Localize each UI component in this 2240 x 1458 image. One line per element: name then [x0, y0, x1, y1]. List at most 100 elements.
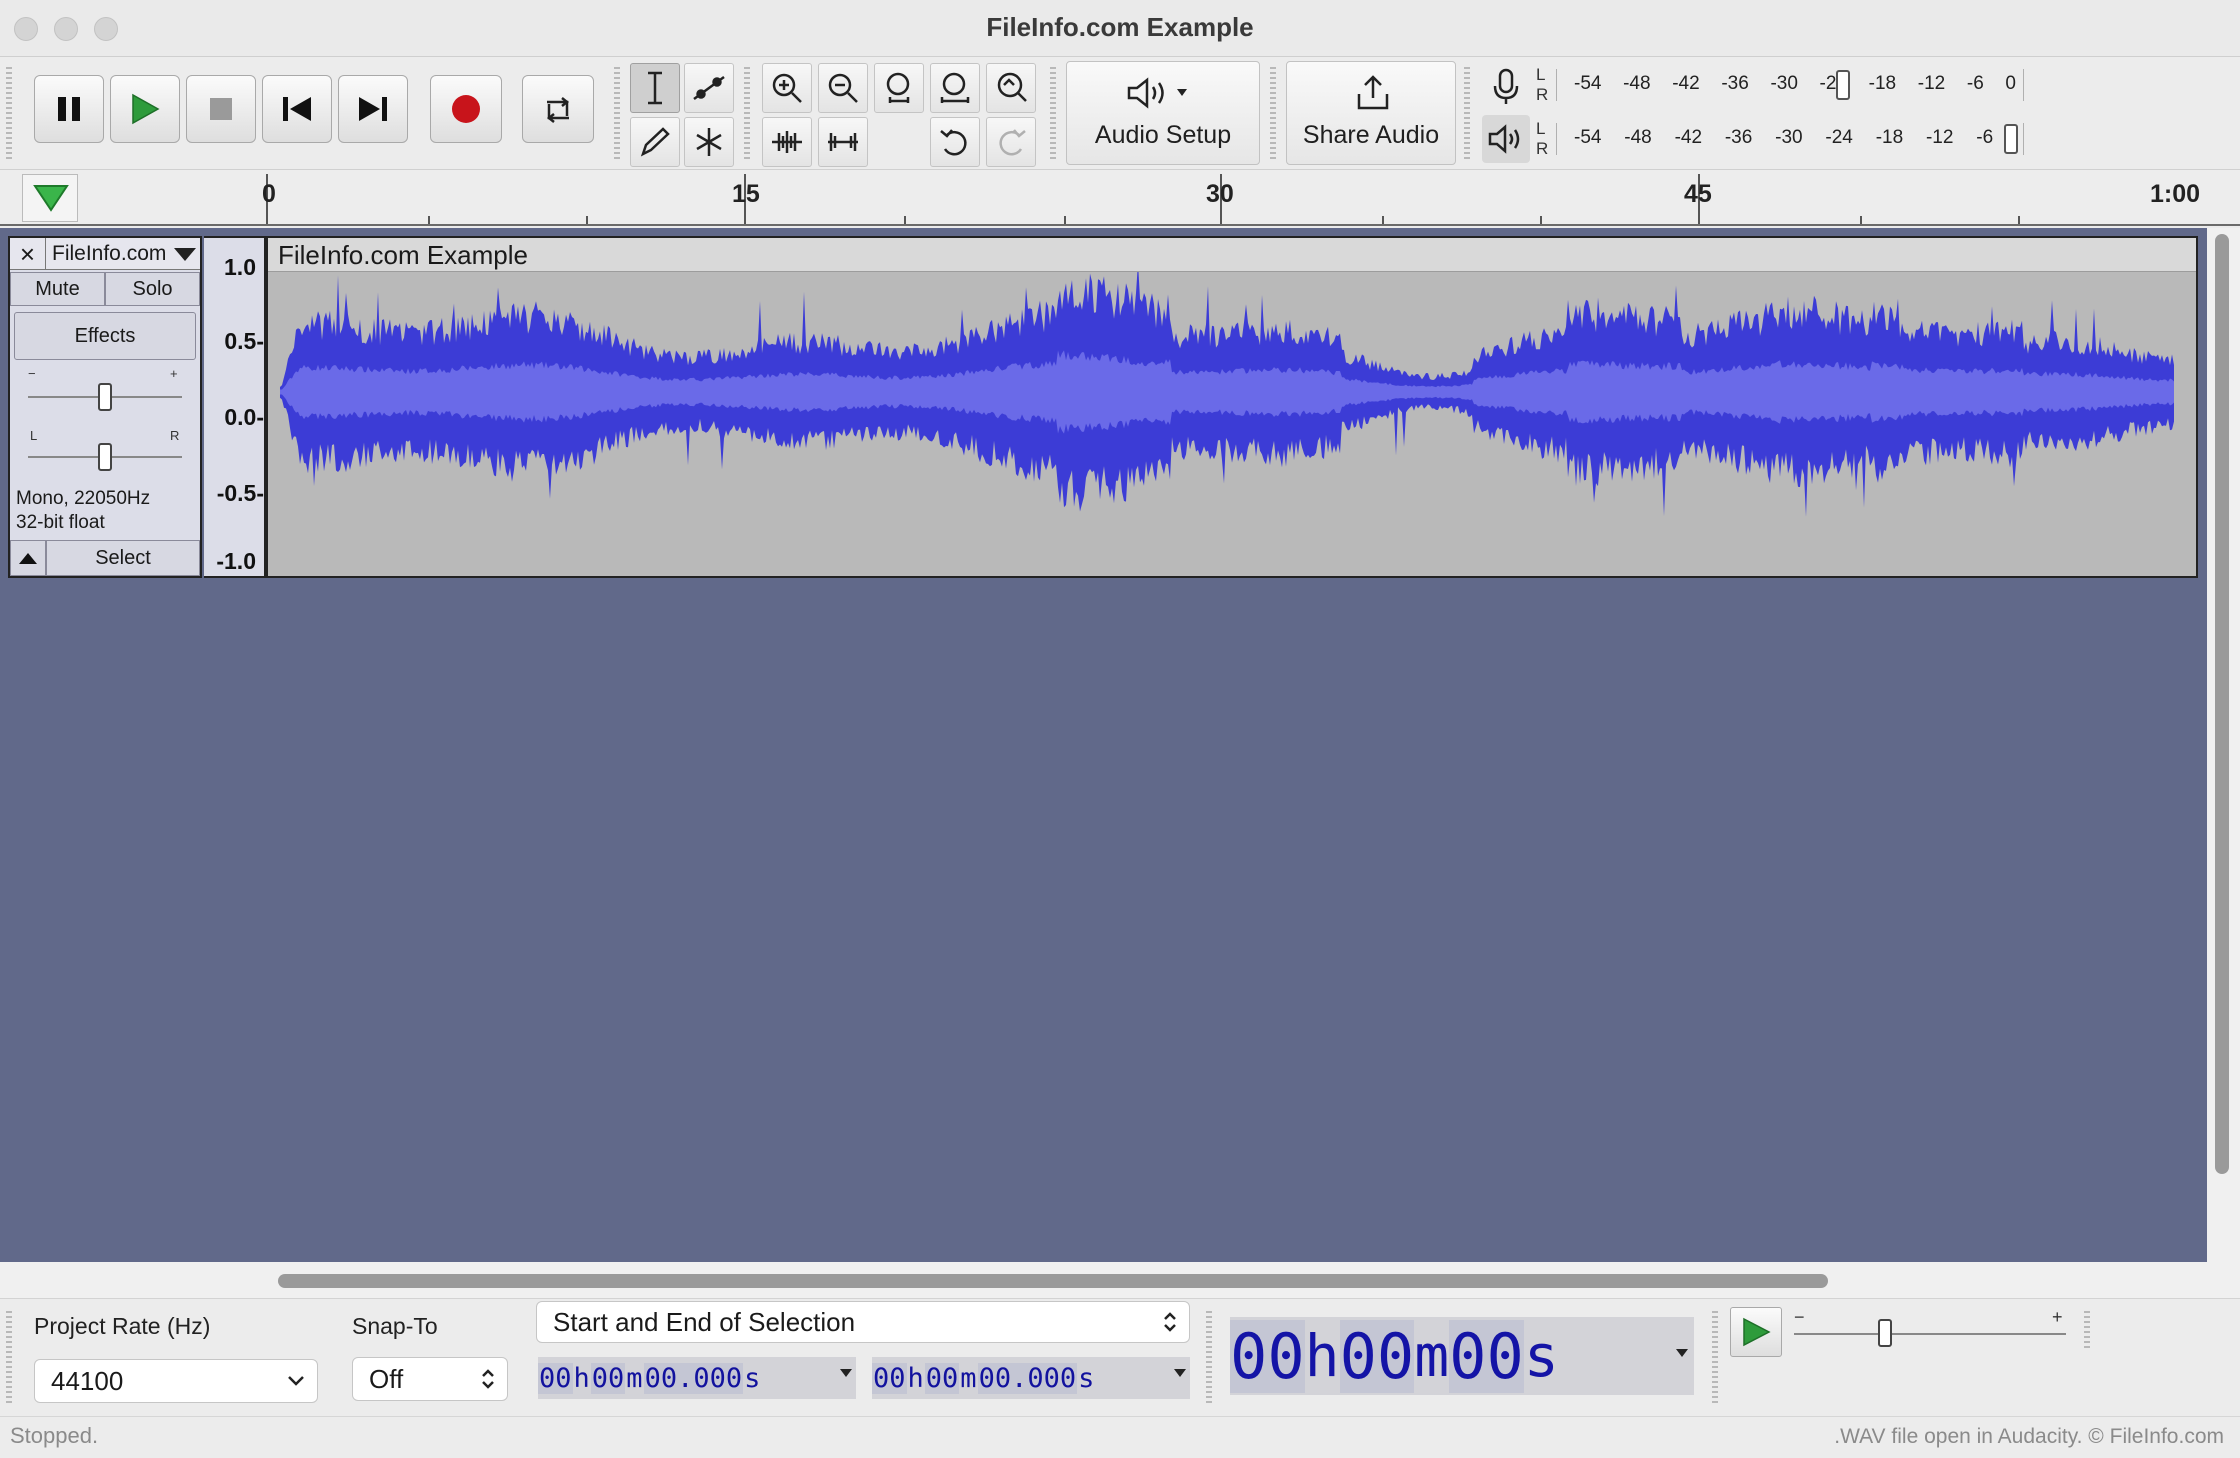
- fit-project-button[interactable]: [930, 63, 980, 113]
- playback-meter-channels: L R: [1536, 119, 1549, 158]
- toolbar-grip[interactable]: [614, 67, 620, 159]
- play-at-speed-button[interactable]: [1730, 1307, 1782, 1357]
- horizontal-scrollbar[interactable]: [0, 1262, 2240, 1298]
- audio-position-display[interactable]: 00 h 00 m 00 s: [1230, 1317, 1694, 1395]
- play-button[interactable]: [110, 75, 180, 143]
- undo-button[interactable]: [930, 117, 980, 167]
- track-close-button[interactable]: ×: [10, 238, 46, 270]
- track-menu-arrow-icon[interactable]: [174, 248, 196, 261]
- title-bar: FileInfo.com Example: [0, 0, 2240, 57]
- project-rate-combo[interactable]: 44100: [34, 1359, 318, 1403]
- zoom-out-button[interactable]: [818, 63, 868, 113]
- trim-audio-button[interactable]: [762, 117, 812, 167]
- draw-tool-button[interactable]: [630, 117, 680, 167]
- collapse-arrow-icon: [19, 553, 37, 564]
- loop-button[interactable]: [522, 75, 594, 143]
- collapse-track-button[interactable]: [10, 540, 46, 576]
- playback-volume-slider[interactable]: [2004, 124, 2018, 154]
- selection-start-time[interactable]: 00 h 00 m 00.000 s: [538, 1357, 856, 1399]
- zoom-in-icon: [772, 73, 802, 103]
- mute-button[interactable]: Mute: [10, 272, 105, 306]
- zoom-in-button[interactable]: [762, 63, 812, 113]
- skip-to-start-button[interactable]: [262, 75, 332, 143]
- selection-mode-select[interactable]: Start and End of Selection: [536, 1301, 1190, 1343]
- stop-button[interactable]: [186, 75, 256, 143]
- timeline-ruler[interactable]: 0 15 30 45 1:00: [0, 170, 2240, 226]
- timeline-options-button[interactable]: [22, 174, 78, 222]
- up-down-chevron-icon: [1164, 1312, 1176, 1332]
- audio-setup-button[interactable]: Audio Setup: [1066, 61, 1260, 165]
- playback-meter[interactable]: -54 -48 -42 -36 -30 -24 -18 -12 -6: [1556, 119, 2024, 159]
- share-audio-button[interactable]: Share Audio: [1286, 61, 1456, 165]
- loop-icon: [546, 97, 570, 123]
- record-button[interactable]: [430, 75, 502, 143]
- gain-minus-label: −: [28, 366, 36, 381]
- speaker-icon: [1127, 77, 1187, 109]
- record-meter[interactable]: -54 -48 -42 -36 -30 -24 -18 -12 -6 0: [1556, 65, 2024, 105]
- toolbar-grip[interactable]: [1712, 1311, 1718, 1403]
- status-bar: Stopped. .WAV file open in Audacity. © F…: [0, 1416, 2240, 1458]
- time-format-menu-icon[interactable]: [840, 1369, 852, 1377]
- vertical-scale[interactable]: 1.0 0.5- 0.0- -0.5- -1.0: [204, 236, 266, 578]
- pause-icon: [58, 97, 80, 121]
- trim-icon: [772, 131, 802, 153]
- playback-meter-button[interactable]: [1482, 115, 1530, 163]
- record-icon: [452, 95, 480, 123]
- playback-speed-slider[interactable]: [1878, 1319, 1892, 1347]
- microphone-icon: [1493, 68, 1519, 104]
- snap-to-select[interactable]: Off: [352, 1357, 508, 1401]
- play-icon: [1743, 1317, 1771, 1347]
- pan-slider[interactable]: [98, 443, 112, 471]
- zoom-out-icon: [828, 73, 858, 103]
- time-format-menu-icon[interactable]: [1676, 1349, 1688, 1357]
- toolbar-grip[interactable]: [1270, 67, 1276, 159]
- fit-selection-button[interactable]: [874, 63, 924, 113]
- silence-audio-button[interactable]: [818, 117, 868, 167]
- time-format-menu-icon[interactable]: [1174, 1369, 1186, 1377]
- envelope-tool-button[interactable]: [684, 63, 734, 113]
- select-track-button[interactable]: Select: [46, 540, 200, 576]
- waveform[interactable]: [268, 272, 2196, 576]
- zoom-fit-icon: [940, 72, 970, 103]
- toolbar-grip[interactable]: [744, 67, 750, 159]
- vertical-scrollbar[interactable]: [2207, 228, 2240, 1262]
- record-meter-button[interactable]: [1482, 63, 1530, 111]
- toolbar-grip[interactable]: [1050, 67, 1056, 159]
- clip-title-bar[interactable]: FileInfo.com Example: [268, 238, 2196, 272]
- share-audio-label: Share Audio: [1302, 121, 1440, 149]
- timeline-label: 1:00: [2150, 180, 2201, 208]
- up-down-chevron-icon: [482, 1369, 494, 1389]
- speed-plus-label: +: [2052, 1307, 2063, 1327]
- toolbar-grip[interactable]: [2084, 1311, 2090, 1351]
- selection-toolbar: Project Rate (Hz) 44100 Snap-To Off Star…: [0, 1298, 2240, 1416]
- speed-minus-label: −: [1794, 1307, 1805, 1327]
- track-format-info: Mono, 22050Hz: [16, 488, 151, 509]
- toolbar-grip[interactable]: [1206, 1311, 1212, 1403]
- selection-end-time[interactable]: 00 h 00 m 00.000 s: [872, 1357, 1190, 1399]
- redo-icon: [999, 129, 1026, 156]
- window-title: FileInfo.com Example: [986, 12, 1254, 42]
- selection-tool-button[interactable]: [630, 63, 680, 113]
- solo-button[interactable]: Solo: [105, 272, 200, 306]
- track-area[interactable]: × FileInfo.com Mute Solo Effects − + L R…: [0, 228, 2207, 1262]
- speaker-icon: [1488, 124, 1520, 154]
- pause-button[interactable]: [34, 75, 104, 143]
- zoom-toggle-button[interactable]: [986, 63, 1036, 113]
- toolbar-grip[interactable]: [6, 1311, 12, 1403]
- effects-button[interactable]: Effects: [14, 312, 196, 360]
- toolbar-grip[interactable]: [1464, 67, 1470, 159]
- multi-tool-button[interactable]: [684, 117, 734, 167]
- i-beam-icon: [648, 71, 662, 105]
- skip-start-icon: [283, 97, 311, 121]
- chevron-down-icon: [288, 1376, 304, 1386]
- envelope-icon: [693, 75, 725, 101]
- audio-clip[interactable]: FileInfo.com Example: [266, 236, 2198, 578]
- gain-slider[interactable]: [98, 383, 112, 411]
- vertical-scroll-thumb[interactable]: [2215, 234, 2229, 1174]
- skip-to-end-button[interactable]: [338, 75, 408, 143]
- track-name[interactable]: FileInfo.com: [52, 242, 166, 266]
- horizontal-scroll-thumb[interactable]: [278, 1274, 1828, 1288]
- record-volume-slider[interactable]: [1836, 70, 1850, 100]
- redo-button[interactable]: [986, 117, 1036, 167]
- toolbar-grip[interactable]: [6, 67, 12, 159]
